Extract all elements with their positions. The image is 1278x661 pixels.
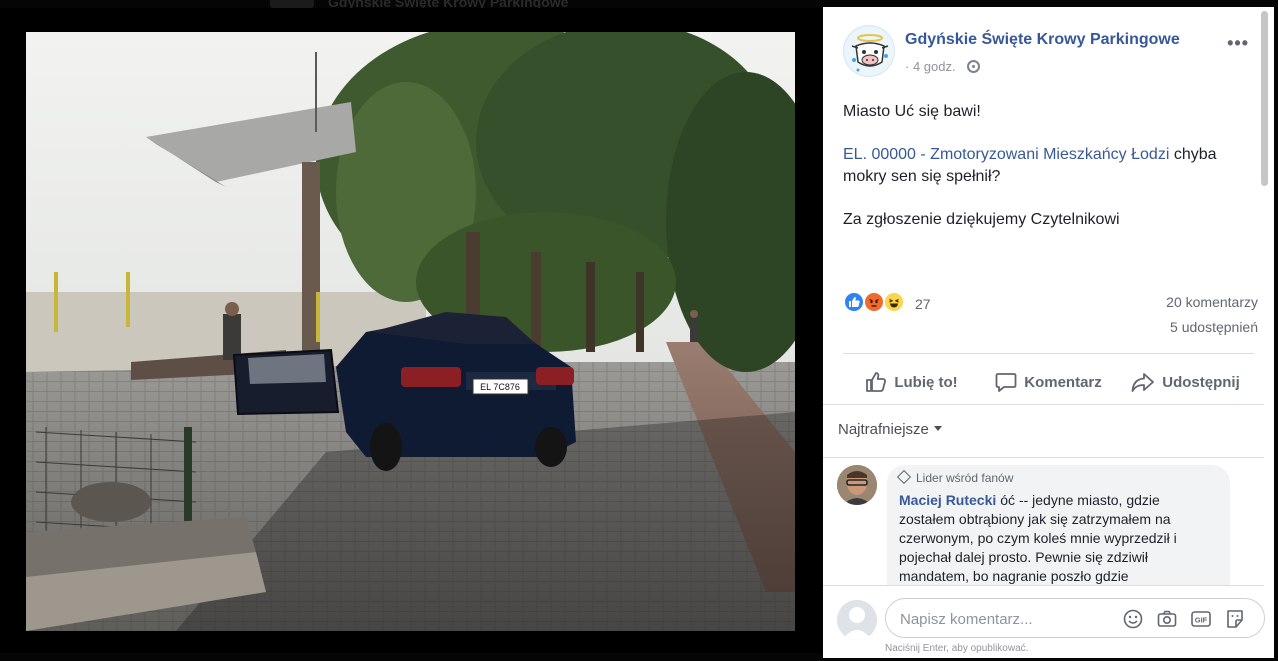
comments-section: Najtrafniejsze Lider wśród fanów Maciej … xyxy=(823,405,1264,605)
comment-label: Komentarz xyxy=(1024,373,1102,391)
post-text: Miasto Uć się bawi! EL. 00000 - Zmotoryz… xyxy=(843,101,1243,252)
license-plate: EL 7C876 xyxy=(480,382,520,392)
top-fan-badge: Lider wśród fanów xyxy=(896,469,1218,485)
background-page-title: Gdyńskie Święte Krowy Parkingowe xyxy=(328,0,569,8)
svg-text:GIF: GIF xyxy=(1195,616,1208,625)
page-name-link[interactable]: Gdyńskie Święte Krowy Parkingowe xyxy=(905,31,1180,49)
camera-icon[interactable] xyxy=(1156,608,1178,630)
sort-divider xyxy=(823,457,1264,458)
post-line-1: Miasto Uć się bawi! xyxy=(843,103,981,120)
share-button[interactable]: Udostępnij xyxy=(1117,362,1254,402)
post-actions: Lubię to! Komentarz Udostępnij xyxy=(843,362,1254,402)
post-panel: Gdyńskie Święte Krowy Parkingowe · 4 god… xyxy=(823,7,1274,658)
comment-sort-dropdown[interactable]: Najtrafniejsze xyxy=(838,421,942,438)
page-avatar[interactable] xyxy=(843,25,895,77)
post-line-3: Za zgłoszenie dziękujemy Czytelnikowi xyxy=(843,211,1120,228)
reactions-count[interactable]: 27 xyxy=(915,296,931,312)
background-page-header: Gdyńskie Święte Krowy Parkingowe xyxy=(270,0,770,8)
caret-down-icon xyxy=(933,426,942,431)
post-meta: · 4 godz. xyxy=(905,59,981,74)
fan-badge-label: Lider wśród fanów xyxy=(916,471,1014,485)
post-header: Gdyńskie Święte Krowy Parkingowe · 4 god… xyxy=(843,25,1253,81)
share-arrow-icon xyxy=(1131,373,1155,392)
background-avatar xyxy=(270,0,314,8)
share-label: Udostępnij xyxy=(1162,373,1240,391)
comment-input-box[interactable]: GIF xyxy=(885,598,1265,638)
like-label: Lubię to! xyxy=(894,373,958,391)
more-options-button[interactable]: ••• xyxy=(1227,33,1249,54)
comment-item: Lider wśród fanów Maciej Rutecki óć -- je… xyxy=(837,465,1247,605)
post-photo[interactable]: EL 7C876 xyxy=(26,32,795,631)
diamond-icon xyxy=(896,469,912,485)
comment-bubble: Lider wśród fanów Maciej Rutecki óć -- je… xyxy=(887,465,1230,605)
emoji-icon[interactable] xyxy=(1122,608,1144,630)
haha-reaction-icon[interactable] xyxy=(883,291,905,313)
post-line-2: EL. 00000 - Zmotoryzowani Mieszkańcy Łod… xyxy=(843,144,1243,188)
sort-label: Najtrafniejsze xyxy=(838,421,929,438)
globe-icon[interactable] xyxy=(967,60,981,73)
enter-to-post-hint: Naciśnij Enter, aby opublikować. xyxy=(885,643,1029,654)
post-time[interactable]: 4 godz. xyxy=(913,59,956,74)
comment-bubble-icon xyxy=(995,373,1017,392)
comment-button[interactable]: Komentarz xyxy=(980,362,1117,402)
current-user-avatar xyxy=(837,600,877,640)
comment-input[interactable] xyxy=(900,609,1120,629)
scrollbar-thumb[interactable] xyxy=(1261,11,1268,186)
group-mention-link[interactable]: EL. 00000 - Zmotoryzowani Mieszkańcy Łod… xyxy=(843,146,1169,163)
like-button[interactable]: Lubię to! xyxy=(843,362,980,402)
cow-logo-icon xyxy=(845,27,894,76)
comments-count[interactable]: 20 komentarzy xyxy=(1166,294,1258,310)
shares-count[interactable]: 5 udostępnień xyxy=(1170,319,1258,335)
angry-reaction-icon[interactable] xyxy=(863,291,885,313)
reactions-bar: 27 20 komentarzy 5 udostępnień xyxy=(843,291,1258,335)
commenter-avatar[interactable] xyxy=(837,465,877,505)
comment-author-link[interactable]: Maciej Rutecki xyxy=(899,492,996,508)
thumbs-up-icon xyxy=(866,372,887,392)
sticker-icon[interactable] xyxy=(1224,608,1246,630)
gif-icon[interactable]: GIF xyxy=(1190,608,1212,630)
comment-composer: GIF Naciśnij Enter, aby opublikować. xyxy=(823,585,1265,658)
actions-divider xyxy=(843,353,1254,354)
comment-text: Maciej Rutecki óć -- jedyne miasto, gdzie… xyxy=(899,491,1218,586)
like-reaction-icon[interactable] xyxy=(843,291,865,313)
photo-scene: EL 7C876 xyxy=(26,32,795,631)
photo-viewer: EL 7C876 xyxy=(0,8,822,653)
meta-separator: · xyxy=(905,59,910,74)
